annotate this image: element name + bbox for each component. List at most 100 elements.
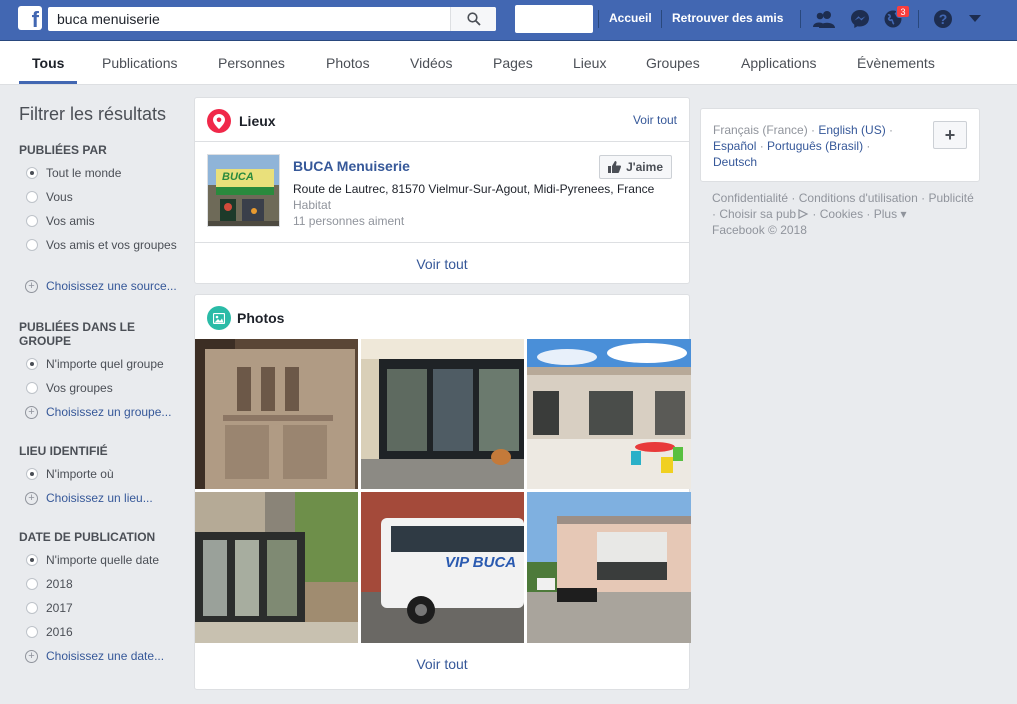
search-bar xyxy=(48,7,496,31)
radio-selected[interactable] xyxy=(26,167,38,179)
tab-videos[interactable]: Vidéos xyxy=(410,55,453,71)
photos-see-all-footer-link[interactable]: Voir tout xyxy=(195,643,689,685)
filter-option-2016[interactable]: 2016 xyxy=(19,624,184,648)
footer-link-ad-choices[interactable]: Choisir sa pub xyxy=(719,207,796,221)
thumbs-up-icon xyxy=(608,161,622,173)
search-input[interactable] xyxy=(48,7,448,31)
place-name-link[interactable]: BUCA Menuiserie xyxy=(293,158,410,174)
choose-group-link[interactable]: + Choisissez un groupe... xyxy=(19,404,184,444)
radio[interactable] xyxy=(26,239,38,251)
filter-option-2018[interactable]: 2018 xyxy=(19,576,184,600)
filter-link-label: Choisissez un groupe... xyxy=(46,405,172,419)
tab-photos[interactable]: Photos xyxy=(326,55,370,71)
choose-source-link[interactable]: + Choisissez une source... xyxy=(19,278,184,320)
find-friends-link[interactable]: Retrouver des amis xyxy=(672,11,783,25)
plus-circle-icon: + xyxy=(25,406,38,419)
more-languages-button[interactable]: + xyxy=(933,121,967,149)
choose-date-link[interactable]: + Choisissez une date... xyxy=(19,648,184,672)
search-button[interactable] xyxy=(450,7,496,31)
radio-selected[interactable] xyxy=(26,554,38,566)
filter-panel-title: Filtrer les résultats xyxy=(19,104,167,124)
radio-selected[interactable] xyxy=(26,468,38,480)
filter-option-label: 2016 xyxy=(46,625,73,639)
messenger-icon[interactable] xyxy=(848,8,872,30)
photo-wooden-door[interactable] xyxy=(195,339,358,489)
filter-section-posted-by: PUBLIÉES PAR xyxy=(19,143,107,157)
plus-circle-icon: + xyxy=(25,492,38,505)
filter-option-any-group[interactable]: N'importe quel groupe xyxy=(19,356,184,380)
filter-option-label: Vous xyxy=(46,190,73,204)
filter-link-label: Choisissez une source... xyxy=(46,279,177,293)
filter-option-anywhere[interactable]: N'importe où xyxy=(19,466,184,490)
card-title: Photos xyxy=(237,310,285,326)
filter-option-any-date[interactable]: N'importe quelle date xyxy=(19,552,184,576)
filter-option-2017[interactable]: 2017 xyxy=(19,600,184,624)
help-icon[interactable]: ? xyxy=(931,8,955,30)
tab-apps[interactable]: Applications xyxy=(741,55,817,71)
photo-icon xyxy=(207,306,231,330)
search-tabs-bar: Tous Publications Personnes Photos Vidéo… xyxy=(0,41,1017,85)
location-pin-icon xyxy=(207,109,231,133)
svg-text:?: ? xyxy=(939,11,948,27)
tab-people[interactable]: Personnes xyxy=(218,55,285,71)
places-results-card: Lieux Voir tout BUCA BUCA Menuiserie Rou… xyxy=(194,97,690,284)
radio[interactable] xyxy=(26,626,38,638)
photo-sliding-bay-windows[interactable] xyxy=(361,339,524,489)
filter-option-everyone[interactable]: Tout le monde xyxy=(19,165,184,189)
facebook-logo[interactable]: f xyxy=(18,6,42,30)
language-link-german[interactable]: Deutsch xyxy=(713,155,757,169)
footer-link-terms[interactable]: Conditions d'utilisation xyxy=(799,191,918,205)
like-page-button[interactable]: J'aime xyxy=(599,155,672,179)
photo-vip-buca-bus[interactable]: VIP BUCA xyxy=(361,492,524,643)
place-thumbnail[interactable]: BUCA xyxy=(207,154,280,227)
friend-requests-icon[interactable] xyxy=(813,8,837,30)
filter-option-you[interactable]: Vous xyxy=(19,189,184,213)
photo-house-patio[interactable] xyxy=(527,492,691,643)
filter-option-friends[interactable]: Vos amis xyxy=(19,213,184,237)
filter-option-friends-and-groups[interactable]: Vos amis et vos groupes xyxy=(19,237,184,278)
card-title: Lieux xyxy=(239,113,276,129)
place-address: Route de Lautrec, 81570 Vielmur-Sur-Agou… xyxy=(293,182,655,196)
footer-link-more[interactable]: Plus xyxy=(874,207,897,221)
tab-pages[interactable]: Pages xyxy=(493,55,533,71)
radio[interactable] xyxy=(26,578,38,590)
tab-posts[interactable]: Publications xyxy=(102,55,178,71)
active-tab-indicator xyxy=(19,81,77,84)
nav-divider xyxy=(800,10,801,28)
card-header: Lieux Voir tout xyxy=(195,98,689,142)
radio[interactable] xyxy=(26,382,38,394)
account-menu-caret-icon[interactable] xyxy=(963,8,987,30)
footer-link-privacy[interactable]: Confidentialité xyxy=(712,191,788,205)
more-caret-icon: ▾ xyxy=(900,207,907,221)
choose-location-link[interactable]: + Choisissez un lieu... xyxy=(19,490,184,530)
footer-copyright: Facebook © 2018 xyxy=(712,223,807,237)
results-filter-panel: Filtrer les résultats PUBLIÉES PAR Tout … xyxy=(19,104,184,672)
home-link[interactable]: Accueil xyxy=(609,11,652,25)
profile-button[interactable] xyxy=(515,5,593,33)
radio[interactable] xyxy=(26,191,38,203)
language-link-portuguese[interactable]: Português (Brasil) xyxy=(767,139,863,153)
places-see-all-link[interactable]: Voir tout xyxy=(633,113,677,127)
filter-option-label: N'importe quel groupe xyxy=(46,357,164,371)
photo-grid: VIP BUCA xyxy=(195,339,691,643)
footer-link-cookies[interactable]: Cookies xyxy=(820,207,863,221)
tab-places[interactable]: Lieux xyxy=(573,55,606,71)
photo-terrace-colorful-chairs[interactable] xyxy=(527,339,691,489)
places-see-all-footer-link[interactable]: Voir tout xyxy=(195,242,689,284)
radio[interactable] xyxy=(26,602,38,614)
place-result-row: BUCA BUCA Menuiserie Route de Lautrec, 8… xyxy=(195,142,689,242)
language-link-english[interactable]: English (US) xyxy=(818,123,885,137)
photo-glass-veranda[interactable] xyxy=(195,492,358,643)
nav-divider xyxy=(918,10,919,28)
search-icon xyxy=(466,12,481,26)
radio-selected[interactable] xyxy=(26,358,38,370)
tab-all[interactable]: Tous xyxy=(32,55,64,71)
filter-option-your-groups[interactable]: Vos groupes xyxy=(19,380,184,404)
filter-section-date-posted: DATE DE PUBLICATION xyxy=(19,530,156,544)
tab-groups[interactable]: Groupes xyxy=(646,55,700,71)
footer-link-advertising[interactable]: Publicité xyxy=(928,191,973,205)
tab-events[interactable]: Évènements xyxy=(857,55,935,71)
language-link-spanish[interactable]: Español xyxy=(713,139,756,153)
filter-option-label: N'importe quelle date xyxy=(46,553,160,567)
radio[interactable] xyxy=(26,215,38,227)
